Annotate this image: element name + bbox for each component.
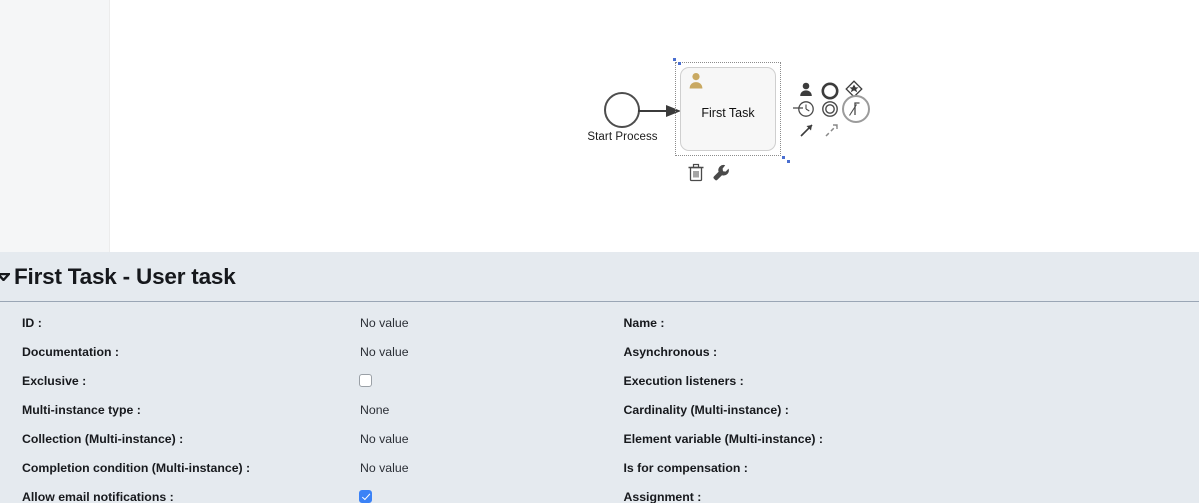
chevron-down-icon[interactable] xyxy=(0,272,11,281)
property-label: Allow email notifications : xyxy=(22,489,174,503)
property-row-cardinality[interactable]: Cardinality (Multi-instance) : No value xyxy=(600,395,1199,424)
property-row-name[interactable]: Name : First Task xyxy=(600,308,1199,337)
property-row-allow-email-notifications[interactable]: Allow email notifications : xyxy=(0,482,600,503)
start-event-circle-icon[interactable] xyxy=(604,92,640,128)
append-intermediate-timer-icon xyxy=(798,101,814,117)
property-row-asynchronous[interactable]: Asynchronous : xyxy=(600,337,1199,366)
exclusive-checkbox[interactable] xyxy=(359,374,372,387)
delete-icon xyxy=(688,163,704,182)
connect-icon xyxy=(800,124,813,137)
property-label: Documentation : xyxy=(22,344,120,359)
properties-left-column: ID : No value Documentation : No value E… xyxy=(0,308,600,503)
property-value: No value xyxy=(360,431,409,446)
properties-right-column: Name : First Task Asynchronous : Executi… xyxy=(600,308,1199,503)
editor-area: Start Process First Task xyxy=(0,0,1199,252)
property-label: Cardinality (Multi-instance) : xyxy=(623,402,789,417)
properties-body: ID : No value Documentation : No value E… xyxy=(0,302,1199,503)
property-label: Execution listeners : xyxy=(623,373,744,388)
bpmn-diagram: Start Process First Task xyxy=(110,0,1199,252)
property-row-collection[interactable]: Collection (Multi-instance) : No value xyxy=(0,424,600,453)
selection-handle[interactable] xyxy=(678,62,681,65)
property-label: Multi-instance type : xyxy=(22,402,141,417)
properties-header[interactable]: First Task - User task xyxy=(0,252,1199,302)
bpmn-modeler-screen: Start Process First Task First Task - Us… xyxy=(0,0,1199,503)
property-value: None xyxy=(360,402,390,417)
append-association-icon xyxy=(825,124,838,137)
user-task-icon xyxy=(689,73,703,89)
append-user-task-icon xyxy=(800,82,812,96)
property-label: ID : xyxy=(22,315,42,330)
start-event-label: Start Process xyxy=(587,131,658,143)
selection-handle[interactable] xyxy=(673,58,676,61)
property-value: No value xyxy=(360,460,409,475)
property-row-id[interactable]: ID : No value xyxy=(0,308,600,337)
property-label: Name : xyxy=(623,315,665,330)
element-actions[interactable] xyxy=(688,163,744,185)
selection-handle[interactable] xyxy=(787,160,790,163)
property-label: Is for compensation : xyxy=(623,460,748,475)
property-row-assignment[interactable]: Assignment : 1 Candidate groups xyxy=(600,482,1199,503)
append-gateway-icon xyxy=(845,80,863,98)
property-label: Assignment : xyxy=(623,489,702,503)
page-title: First Task - User task xyxy=(14,263,236,289)
append-end-event-icon xyxy=(821,82,839,100)
selection-handle[interactable] xyxy=(782,156,785,159)
property-row-element-variable[interactable]: Element variable (Multi-instance) : No v… xyxy=(600,424,1199,453)
property-value: No value xyxy=(360,344,409,359)
property-row-is-for-compensation[interactable]: Is for compensation : xyxy=(600,453,1199,482)
property-row-completion-condition[interactable]: Completion condition (Multi-instance) : … xyxy=(0,453,600,482)
property-value: No value xyxy=(360,315,409,330)
context-pad[interactable] xyxy=(793,78,878,150)
property-row-execution-listeners[interactable]: Execution listeners : 1 execution listen… xyxy=(600,366,1199,395)
property-label: Element variable (Multi-instance) : xyxy=(623,431,824,446)
palette-strip[interactable] xyxy=(0,0,110,252)
property-label: Asynchronous : xyxy=(623,344,718,359)
properties-panel: First Task - User task ID : No value Doc… xyxy=(0,252,1199,503)
property-row-exclusive[interactable]: Exclusive : xyxy=(0,366,600,395)
append-text-annotation-icon xyxy=(842,95,870,123)
property-row-documentation[interactable]: Documentation : No value xyxy=(0,337,600,366)
property-label: Exclusive : xyxy=(22,373,87,388)
morph-wrench-icon xyxy=(713,164,729,181)
append-intermediate-throw-event-icon xyxy=(822,101,838,117)
allow-email-notifications-checkbox[interactable] xyxy=(359,490,372,503)
property-label: Completion condition (Multi-instance) : xyxy=(22,460,251,475)
property-label: Collection (Multi-instance) : xyxy=(22,431,184,446)
property-row-multi-instance-type[interactable]: Multi-instance type : None xyxy=(0,395,600,424)
task-name-label: First Task xyxy=(701,106,755,120)
bpmn-canvas[interactable]: Start Process First Task xyxy=(110,0,1199,252)
